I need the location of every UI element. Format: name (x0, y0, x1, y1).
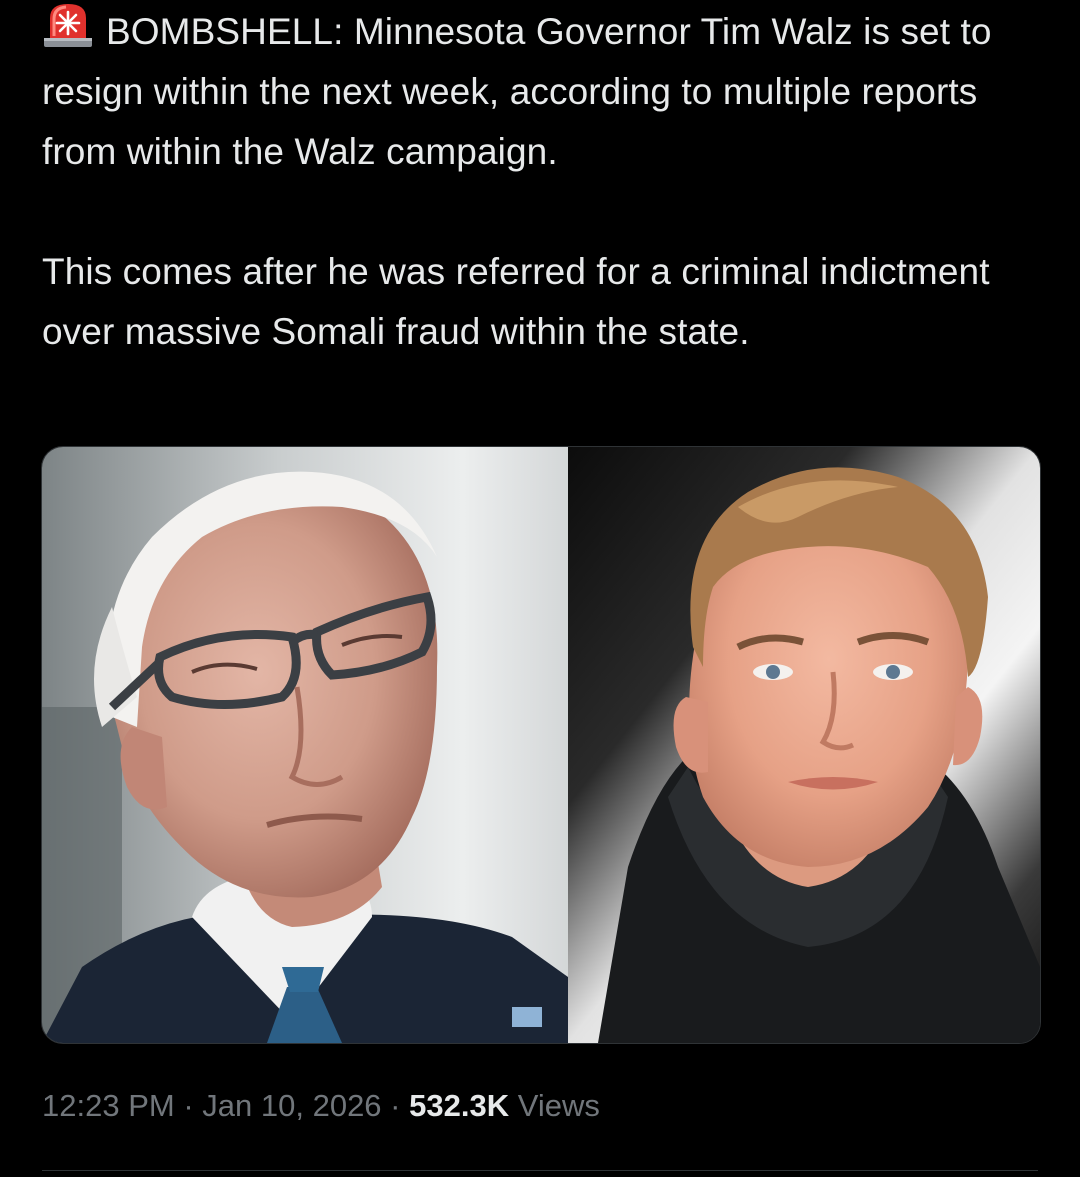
photo-young-man-hoodie[interactable] (568, 447, 1040, 1043)
views-count: 532.3K (409, 1088, 510, 1123)
tweet-time[interactable]: 12:23 PM (42, 1088, 175, 1123)
photo-older-man-glasses[interactable] (42, 447, 568, 1043)
tweet-meta: 12:23 PM · Jan 10, 2026 · 532.3K Views (42, 1084, 600, 1128)
tweet-paragraph-1: BOMBSHELL: Minnesota Governor Tim Walz i… (42, 2, 1042, 182)
meta-separator: · (183, 1088, 194, 1123)
divider (42, 1170, 1038, 1171)
tweet-date[interactable]: Jan 10, 2026 (202, 1088, 381, 1123)
tweet-media[interactable] (41, 446, 1041, 1044)
police-siren-icon (42, 2, 94, 48)
tweet-paragraph-2: This comes after he was referred for a c… (42, 251, 990, 352)
tweet-text-first: BOMBSHELL: Minnesota Governor Tim Walz i… (42, 11, 992, 172)
views-label: Views (517, 1088, 600, 1123)
meta-separator: · (390, 1088, 401, 1123)
tweet-body: BOMBSHELL: Minnesota Governor Tim Walz i… (42, 2, 1042, 362)
